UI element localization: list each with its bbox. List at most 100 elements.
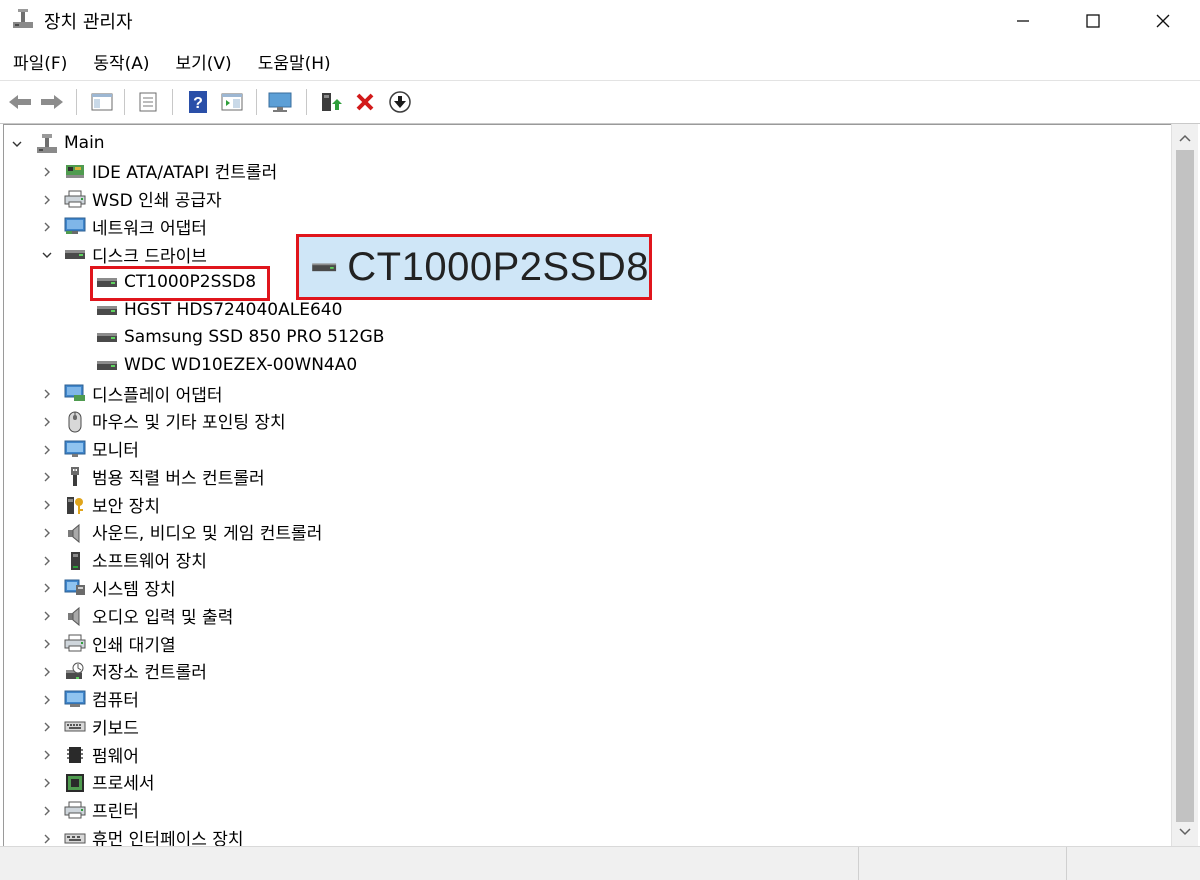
maximize-button[interactable] [1058,0,1128,42]
chevron-right-icon[interactable] [40,803,54,817]
tree-root[interactable]: Main [12,129,105,157]
chevron-right-icon[interactable] [40,831,54,845]
tree-category[interactable]: 저장소 컨트롤러 [44,657,207,685]
tree-item-label: IDE ATA/ATAPI 컨트롤러 [92,163,278,184]
chevron-right-icon[interactable] [40,442,54,456]
tree-category[interactable]: 네트워크 어댑터 [44,212,207,240]
storage-controller-icon [64,661,86,681]
scan-hardware-button[interactable] [266,88,294,116]
help-icon: ? [189,91,207,113]
update-driver-button[interactable] [316,88,344,116]
printer-icon [64,189,86,209]
network-adapter-icon [64,216,86,236]
highlight-box [90,266,270,301]
chevron-right-icon[interactable] [40,219,54,233]
callout-text: CT1000P2SSD8 [347,244,649,289]
help-button[interactable]: ? [184,88,212,116]
properties-button[interactable] [134,88,162,116]
forward-button[interactable] [38,88,66,116]
menu-view[interactable]: 보기(V) [163,49,245,74]
chevron-right-icon[interactable] [40,580,54,594]
chevron-right-icon[interactable] [40,553,54,567]
chevron-right-icon[interactable] [40,386,54,400]
tree-item-label: 디스플레이 어댑터 [92,385,223,406]
chevron-up-icon [1179,134,1191,142]
zoom-callout: CT1000P2SSD8 [296,234,652,300]
security-device-icon [64,494,86,515]
tree-device[interactable]: WDC WD10EZEX-00WN4A0 [96,351,357,379]
menu-help[interactable]: 도움말(H) [245,49,344,74]
menu-file[interactable]: 파일(F) [0,49,80,74]
chevron-right-icon[interactable] [40,692,54,706]
disk-drive-icon [96,327,118,347]
root-computer-icon [36,133,58,153]
action-pane-button[interactable] [218,88,246,116]
tree-category[interactable]: 소프트웨어 장치 [44,546,207,574]
scroll-down-button[interactable] [1172,820,1198,844]
tree-item-label: Samsung SSD 850 PRO 512GB [124,327,385,348]
tree-category[interactable]: 모니터 [44,435,139,463]
chevron-right-icon[interactable] [40,469,54,483]
chevron-right-icon[interactable] [40,775,54,789]
tree-item-label: 보안 장치 [92,496,160,517]
action-pane-icon [221,93,243,111]
tree-category[interactable]: WSD 인쇄 공급자 [44,185,222,213]
uninstall-device-button[interactable] [351,88,379,116]
chevron-right-icon[interactable] [40,719,54,733]
tree-category[interactable]: 디스크 드라이브 [42,240,207,268]
tree-category[interactable]: 디스플레이 어댑터 [44,379,223,407]
device-tree[interactable]: Main IDE ATA/ATAPI 컨트롤러 WSD 인쇄 공급자 네트워크 어댑터… [3,124,1176,848]
tree-item-label: 마우스 및 기타 포인팅 장치 [92,413,286,434]
chevron-right-icon[interactable] [40,747,54,761]
disable-device-button[interactable] [386,88,414,116]
tree-category[interactable]: 마우스 및 기타 포인팅 장치 [44,407,286,435]
monitor-icon [268,92,292,112]
device-manager-icon [13,9,33,28]
tree-category[interactable]: 사운드, 비디오 및 게임 컨트롤러 [44,518,322,546]
usb-icon [64,466,86,487]
tree-category[interactable]: 휴먼 인터페이스 장치 [44,824,244,847]
chevron-right-icon[interactable] [40,525,54,539]
disk-drive-icon [64,244,86,264]
scrollbar-thumb[interactable] [1176,150,1194,822]
chevron-right-icon[interactable] [40,164,54,178]
chevron-right-icon[interactable] [40,414,54,428]
tree-item-label: 오디오 입력 및 출력 [92,607,234,628]
chevron-right-icon[interactable] [40,664,54,678]
tree-category[interactable]: 보안 장치 [44,490,160,518]
back-button[interactable] [6,88,34,116]
tree-item-label: Main [64,133,105,153]
tree-item-label: WSD 인쇄 공급자 [92,191,222,212]
scroll-up-button[interactable] [1172,126,1198,150]
minimize-button[interactable] [988,0,1058,42]
disable-device-icon [389,91,411,113]
tree-item-label: 키보드 [92,718,139,739]
close-button[interactable] [1128,0,1198,42]
console-tree-button[interactable] [88,88,116,116]
tree-item-label: 프린터 [92,802,139,823]
chevron-right-icon[interactable] [40,608,54,622]
tree-item-label: 저장소 컨트롤러 [92,663,207,684]
status-bar [0,846,1200,880]
tree-category[interactable]: 시스템 장치 [44,573,176,601]
chevron-down-icon[interactable] [10,136,24,150]
tree-device[interactable]: Samsung SSD 850 PRO 512GB [96,323,384,351]
chevron-right-icon[interactable] [40,192,54,206]
tree-category[interactable]: 키보드 [44,712,139,740]
chevron-right-icon[interactable] [40,636,54,650]
tree-category[interactable]: 프린터 [44,796,139,824]
tree-category[interactable]: 컴퓨터 [44,685,139,713]
menu-action[interactable]: 동작(A) [80,49,162,74]
tree-category[interactable]: IDE ATA/ATAPI 컨트롤러 [44,157,278,185]
system-device-icon [64,577,86,597]
vertical-scrollbar[interactable] [1171,124,1198,846]
tree-category[interactable]: 오디오 입력 및 출력 [44,601,234,629]
tree-category[interactable]: 범용 직렬 버스 컨트롤러 [44,462,265,490]
tree-category[interactable]: 프로세서 [44,768,155,796]
close-icon [1156,14,1170,28]
tree-category[interactable]: 인쇄 대기열 [44,629,176,657]
tree-category[interactable]: 펌웨어 [44,740,139,768]
chevron-right-icon[interactable] [40,497,54,511]
speaker-icon [64,605,86,627]
chevron-down-icon[interactable] [40,247,54,261]
